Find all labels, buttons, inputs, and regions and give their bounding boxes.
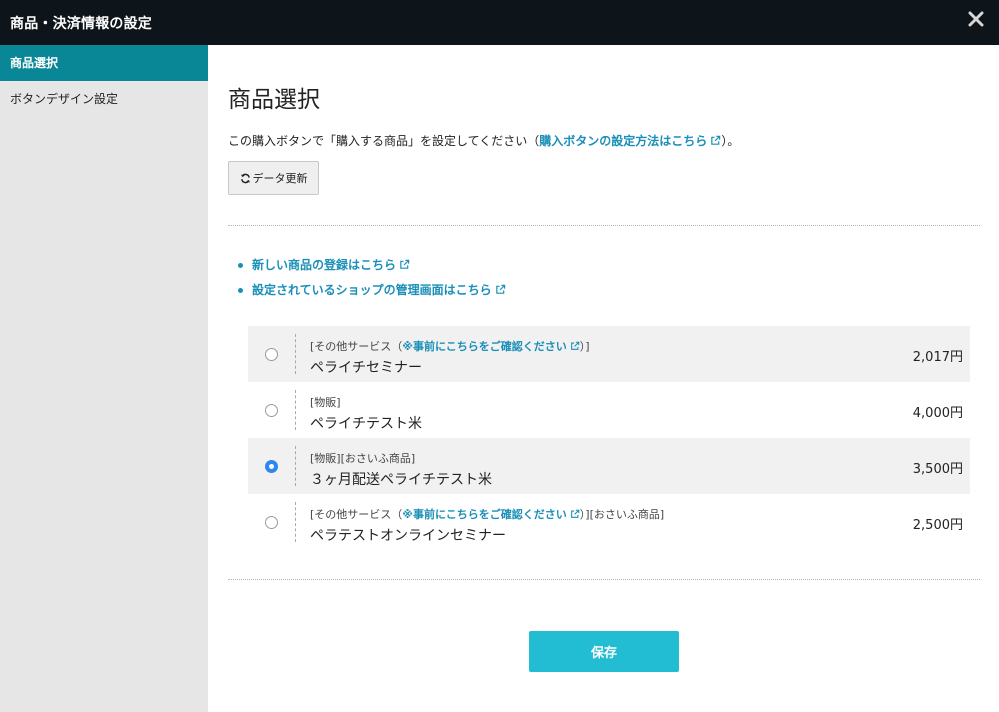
product-row[interactable]: [物販][おさいふ商品] ３ヶ月配送ペライチテスト米 3,500円: [248, 438, 970, 494]
product-tag: [その他サービス（: [310, 340, 403, 353]
product-tag: [物販]: [310, 396, 341, 409]
confirm-notice-link-label: ※事前にこちらをご確認ください: [402, 340, 567, 353]
product-name: ペライチテスト米: [310, 416, 422, 432]
window-title: 商品・決済情報の設定: [10, 16, 152, 32]
main-panel: 商品選択 この購入ボタンで「購入する商品」を設定してください（購入ボタンの設定方…: [208, 45, 999, 712]
confirm-notice-link[interactable]: ※事前にこちらをご確認ください: [402, 508, 580, 521]
product-radio[interactable]: [265, 516, 278, 529]
bullet: [238, 288, 243, 293]
description-end: ）。: [721, 134, 740, 148]
product-info: [物販][おさいふ商品] ３ヶ月配送ペライチテスト米: [310, 450, 492, 489]
product-name: ペライチセミナー: [310, 360, 422, 376]
product-list: [その他サービス（※事前にこちらをご確認ください）] ペライチセミナー 2,01…: [248, 326, 970, 550]
save-button[interactable]: 保存: [529, 631, 679, 672]
shop-admin-link[interactable]: 設定されているショップの管理画面はこちら: [252, 283, 506, 297]
product-info: [その他サービス（※事前にこちらをご確認ください ）][おさいふ商品] ペラテスト…: [310, 506, 664, 545]
close-icon[interactable]: [966, 9, 986, 29]
product-radio[interactable]: [265, 404, 278, 417]
external-link-icon: [400, 259, 410, 269]
external-link-icon: [570, 509, 580, 518]
sidebar: 商品選択 ボタンデザイン設定: [0, 45, 208, 712]
product-radio[interactable]: [265, 348, 278, 361]
product-radio-selected[interactable]: [265, 460, 278, 473]
shop-admin-link-label: 設定されているショップの管理画面はこちら: [252, 283, 492, 297]
product-price: 2,017円: [912, 350, 963, 365]
setup-guide-link[interactable]: 購入ボタンの設定方法はこちら: [539, 134, 721, 148]
row-separator: [295, 446, 296, 486]
divider-top: [228, 225, 980, 226]
refresh-button-label: データ更新: [252, 172, 308, 185]
list-item: 設定されているショップの管理画面はこちら: [238, 282, 506, 307]
row-separator: [295, 502, 296, 542]
description: この購入ボタンで「購入する商品」を設定してください（購入ボタンの設定方法はこちら…: [228, 132, 739, 149]
confirm-notice-link[interactable]: ※事前にこちらをご確認ください: [402, 340, 580, 353]
product-tags: [その他サービス（※事前にこちらをご確認ください ）][おさいふ商品]: [310, 506, 664, 522]
divider-bottom: [228, 579, 980, 580]
list-item: 新しい商品の登録はこちら: [238, 257, 506, 282]
product-row[interactable]: [その他サービス（※事前にこちらをご確認ください ）][おさいふ商品] ペラテスト…: [248, 494, 970, 550]
sidebar-item-product-select[interactable]: 商品選択: [0, 45, 208, 81]
product-price: 2,500円: [912, 518, 963, 533]
refresh-icon: [240, 173, 250, 183]
row-separator: [295, 334, 296, 374]
product-tag: [物販][おさいふ商品]: [310, 452, 416, 465]
product-name: ペラテストオンラインセミナー: [310, 528, 506, 544]
product-tag: ）]: [579, 340, 590, 353]
links-list: 新しい商品の登録はこちら 設定されているショップの管理画面はこちら: [238, 257, 506, 307]
confirm-notice-link-label: ※事前にこちらをご確認ください: [402, 508, 567, 521]
row-separator: [295, 390, 296, 430]
product-row[interactable]: [その他サービス（※事前にこちらをご確認ください ）] ペライチセミナー 2,01…: [248, 326, 970, 382]
external-link-icon: [495, 284, 505, 294]
description-text: この購入ボタンで「購入する商品」を設定してください（: [228, 134, 540, 148]
product-tag: [その他サービス（: [310, 508, 403, 521]
title-bar: 商品・決済情報の設定: [0, 0, 999, 45]
setup-guide-link-label: 購入ボタンの設定方法はこちら: [539, 134, 708, 148]
product-price: 3,500円: [912, 462, 963, 477]
sidebar-item-button-design[interactable]: ボタンデザイン設定: [0, 81, 208, 117]
product-price: 4,000円: [912, 406, 963, 421]
product-tags: [物販][おさいふ商品]: [310, 450, 492, 466]
external-link-icon: [711, 135, 721, 145]
refresh-data-button[interactable]: データ更新: [228, 161, 319, 195]
new-product-link[interactable]: 新しい商品の登録はこちら: [252, 258, 410, 272]
bullet: [238, 263, 243, 268]
product-tags: [その他サービス（※事前にこちらをご確認ください ）]: [310, 338, 590, 354]
product-tag: ）][おさいふ商品]: [579, 508, 665, 521]
product-info: [その他サービス（※事前にこちらをご確認ください ）] ペライチセミナー: [310, 338, 590, 377]
product-tags: [物販]: [310, 394, 422, 410]
product-info: [物販] ペライチテスト米: [310, 394, 422, 433]
external-link-icon: [570, 341, 580, 350]
product-row[interactable]: [物販] ペライチテスト米 4,000円: [248, 382, 970, 438]
product-name: ３ヶ月配送ペライチテスト米: [310, 472, 492, 488]
new-product-link-label: 新しい商品の登録はこちら: [252, 258, 397, 272]
page-title: 商品選択: [228, 87, 320, 113]
